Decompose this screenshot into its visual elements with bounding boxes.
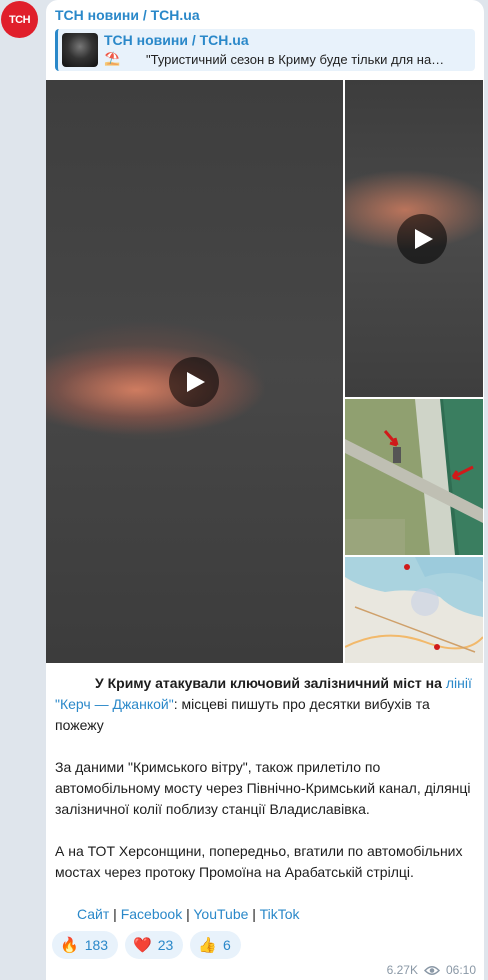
fire-icon: 🔥 <box>60 937 79 954</box>
link-separator: | <box>182 906 194 922</box>
reaction-count: 6 <box>223 937 231 953</box>
link-separator: | <box>248 906 260 922</box>
facebook-link[interactable]: Facebook <box>121 906 182 922</box>
reaction-count: 23 <box>157 937 174 953</box>
post-paragraph-1: У Криму атакували ключовий залізничний м… <box>55 673 475 736</box>
video-1[interactable] <box>46 80 343 663</box>
map-graphic <box>345 557 483 663</box>
reaction-count: 183 <box>84 937 109 953</box>
reply-emoji: ⛱️ <box>104 51 121 66</box>
satellite-photo[interactable] <box>345 399 483 555</box>
reaction-heart[interactable]: ❤️ 23 <box>125 931 184 959</box>
message-meta: 6.27K 06:10 <box>387 963 476 977</box>
tiktok-link[interactable]: TikTok <box>260 906 300 922</box>
reply-text: "Туристичний сезон в Криму буде тільки д… <box>146 52 445 67</box>
heart-icon: ❤️ <box>133 937 152 954</box>
reactions-bar: 🔥 183 ❤️ 23 👍 6 <box>52 931 241 959</box>
channel-name[interactable]: ТСН новини / TCH.ua <box>55 7 200 23</box>
headline: У Криму атакували ключовий залізничний м… <box>95 675 442 691</box>
reply-title: ТСН новини / TCH.ua <box>104 32 249 48</box>
map-image[interactable] <box>345 557 483 663</box>
post-paragraph-3: А на ТОТ Херсонщини, попередньо, вгатили… <box>55 843 463 880</box>
views-count: 6.27K <box>386 963 418 977</box>
reply-thumbnail <box>62 33 98 67</box>
thumbs-up-icon: 👍 <box>198 937 217 954</box>
youtube-link[interactable]: YouTube <box>193 906 248 922</box>
link-separator: | <box>109 906 121 922</box>
play-icon[interactable] <box>397 214 447 264</box>
video-2[interactable] <box>345 80 483 397</box>
message-bubble: ТСН новини / TCH.ua ТСН новини / TCH.ua … <box>46 0 484 980</box>
play-icon[interactable] <box>169 357 219 407</box>
avatar-text: TCH <box>8 13 31 26</box>
reaction-thumbs-up[interactable]: 👍 6 <box>190 931 241 959</box>
reaction-fire[interactable]: 🔥 183 <box>52 931 119 959</box>
channel-avatar[interactable]: TCH <box>1 1 38 38</box>
links-row: Сайт | Facebook | YouTube | TikTok <box>55 904 475 925</box>
post-paragraph-2: За даними "Кримського вітру", також прил… <box>55 759 471 817</box>
message-time: 06:10 <box>445 963 476 977</box>
eye-icon <box>423 965 440 975</box>
site-link[interactable]: Сайт <box>77 906 109 922</box>
satellite-image <box>345 399 483 555</box>
reply-preview[interactable]: ТСН новини / TCH.ua ⛱️ "Туристичний сезо… <box>55 29 475 71</box>
